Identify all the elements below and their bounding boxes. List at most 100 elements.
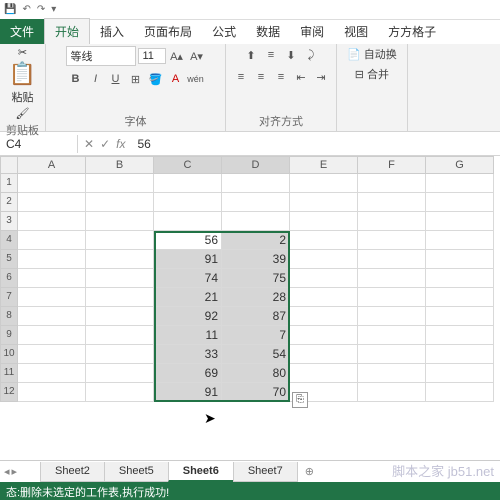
- cell[interactable]: [358, 364, 426, 383]
- name-box[interactable]: C4: [0, 135, 78, 153]
- orientation-icon[interactable]: ⤸: [302, 46, 320, 64]
- cell[interactable]: 87: [222, 307, 290, 326]
- font-size-select[interactable]: 11: [138, 48, 166, 64]
- cell[interactable]: [18, 174, 86, 193]
- col-header[interactable]: D: [222, 156, 290, 174]
- cell[interactable]: [222, 174, 290, 193]
- cell[interactable]: 33: [154, 345, 222, 364]
- row-header[interactable]: 6: [0, 269, 18, 288]
- cell[interactable]: 7: [222, 326, 290, 345]
- cell[interactable]: [426, 174, 494, 193]
- cell[interactable]: [358, 383, 426, 402]
- cell[interactable]: [86, 269, 154, 288]
- align-right-icon[interactable]: ≡: [272, 68, 290, 86]
- italic-button[interactable]: I: [87, 70, 105, 88]
- cell[interactable]: [290, 364, 358, 383]
- formula-input[interactable]: 56: [131, 135, 156, 153]
- cell[interactable]: [426, 269, 494, 288]
- cell[interactable]: [426, 250, 494, 269]
- tab-addin[interactable]: 方方格子: [378, 19, 446, 44]
- paste-label[interactable]: 粘贴: [12, 89, 34, 105]
- tab-view[interactable]: 视图: [334, 19, 378, 44]
- cell[interactable]: [426, 326, 494, 345]
- paste-icon[interactable]: 📋: [9, 61, 36, 87]
- spreadsheet-grid[interactable]: ABCDEFG123456259139674757212889287911710…: [0, 156, 500, 402]
- decrease-font-icon[interactable]: A▾: [188, 47, 206, 65]
- cell[interactable]: [154, 212, 222, 231]
- row-header[interactable]: 4: [0, 231, 18, 250]
- cell[interactable]: 54: [222, 345, 290, 364]
- cell[interactable]: [290, 345, 358, 364]
- font-color-icon[interactable]: A: [167, 70, 185, 88]
- row-header[interactable]: 8: [0, 307, 18, 326]
- cell[interactable]: [290, 307, 358, 326]
- cell[interactable]: 80: [222, 364, 290, 383]
- col-header[interactable]: F: [358, 156, 426, 174]
- fx-icon[interactable]: fx: [116, 137, 125, 151]
- col-header[interactable]: E: [290, 156, 358, 174]
- bold-button[interactable]: B: [67, 70, 85, 88]
- cell[interactable]: [290, 231, 358, 250]
- row-header[interactable]: 2: [0, 193, 18, 212]
- cell[interactable]: [426, 383, 494, 402]
- row-header[interactable]: 11: [0, 364, 18, 383]
- cell[interactable]: [426, 345, 494, 364]
- cell[interactable]: [154, 174, 222, 193]
- cell[interactable]: [358, 326, 426, 345]
- cell[interactable]: [18, 326, 86, 345]
- cell[interactable]: [18, 383, 86, 402]
- cancel-icon[interactable]: ✕: [84, 137, 94, 151]
- cell[interactable]: [18, 269, 86, 288]
- row-header[interactable]: 1: [0, 174, 18, 193]
- wrap-text-button[interactable]: 📄自动换: [347, 46, 397, 62]
- cell[interactable]: [358, 174, 426, 193]
- indent-inc-icon[interactable]: ⇥: [312, 68, 330, 86]
- cell[interactable]: 39: [222, 250, 290, 269]
- next-sheet-icon[interactable]: ▸: [12, 465, 18, 478]
- cell[interactable]: [86, 345, 154, 364]
- cell[interactable]: [358, 193, 426, 212]
- cell[interactable]: [86, 288, 154, 307]
- increase-font-icon[interactable]: A▴: [168, 47, 186, 65]
- cell[interactable]: [426, 193, 494, 212]
- cell[interactable]: [358, 231, 426, 250]
- cell[interactable]: [358, 250, 426, 269]
- cell[interactable]: [18, 345, 86, 364]
- tab-insert[interactable]: 插入: [90, 19, 134, 44]
- cell[interactable]: [222, 193, 290, 212]
- cell[interactable]: 69: [154, 364, 222, 383]
- new-sheet-icon[interactable]: ⊕: [297, 465, 322, 478]
- sheet-tab[interactable]: Sheet6: [168, 462, 234, 482]
- sheet-tab[interactable]: Sheet2: [40, 462, 105, 482]
- row-header[interactable]: 12: [0, 383, 18, 402]
- cell[interactable]: 92: [154, 307, 222, 326]
- cell[interactable]: [18, 212, 86, 231]
- save-icon[interactable]: 💾: [4, 4, 16, 15]
- tab-review[interactable]: 审阅: [290, 19, 334, 44]
- cell[interactable]: [290, 288, 358, 307]
- fill-color-icon[interactable]: 🪣: [147, 70, 165, 88]
- col-header[interactable]: A: [18, 156, 86, 174]
- tab-home[interactable]: 开始: [44, 18, 90, 44]
- cell[interactable]: [86, 364, 154, 383]
- indent-dec-icon[interactable]: ⇤: [292, 68, 310, 86]
- align-bottom-icon[interactable]: ⬇: [282, 46, 300, 64]
- cell[interactable]: [426, 364, 494, 383]
- cell[interactable]: [426, 288, 494, 307]
- cut-icon[interactable]: ✂: [18, 46, 27, 59]
- select-all-corner[interactable]: [0, 156, 18, 174]
- cell[interactable]: [18, 193, 86, 212]
- col-header[interactable]: C: [154, 156, 222, 174]
- cell[interactable]: [290, 193, 358, 212]
- cell[interactable]: [86, 193, 154, 212]
- undo-icon[interactable]: ↶: [22, 4, 30, 15]
- cell[interactable]: [18, 364, 86, 383]
- cell[interactable]: [358, 269, 426, 288]
- cell[interactable]: [426, 212, 494, 231]
- prev-sheet-icon[interactable]: ◂: [4, 465, 10, 478]
- smart-tag-icon[interactable]: ⎘: [292, 392, 308, 408]
- format-painter-icon[interactable]: 🖌: [16, 107, 30, 120]
- cell[interactable]: [290, 174, 358, 193]
- cell[interactable]: [358, 212, 426, 231]
- row-header[interactable]: 5: [0, 250, 18, 269]
